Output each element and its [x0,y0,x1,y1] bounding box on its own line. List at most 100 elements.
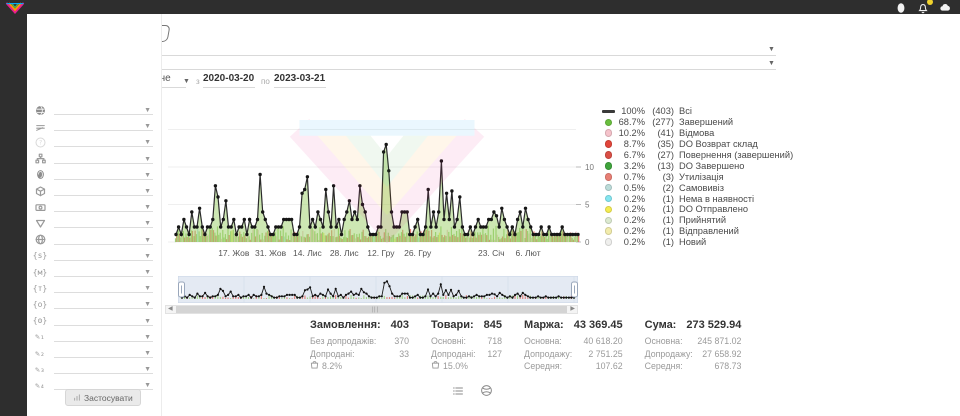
filter-row-var-o: {о} ▼ [27,296,161,311]
filter-row-sitemap: ▼ [27,151,161,166]
brush-handle[interactable] [572,282,578,297]
legend-count: (1) [645,215,674,225]
stat-sub-label: Без допродажів: [310,335,376,348]
legend-dot-marker [605,162,613,170]
legend-count: (3) [645,172,674,182]
user-icon[interactable] [895,1,908,13]
scroll-left-icon[interactable]: ◀ [168,305,173,314]
legend-line-marker [602,110,615,112]
stat-column: Товари:845Основні:718Допродані:12715.0% [431,319,502,373]
stat-title: Сума: [645,319,677,331]
chevron-down-icon: ▼ [144,253,151,260]
legend-percent: 0.2% [616,226,645,236]
legend-count: (35) [645,139,674,149]
svg-text:10: 10 [585,163,594,172]
filter-select[interactable] [54,134,153,147]
legend-label: DO Завершено [679,161,744,171]
var-oo-icon: {ʘ} [34,315,46,327]
filter-select[interactable] [54,118,153,131]
legend-item[interactable]: 0.2%(1)Відправлений [601,226,801,237]
filter-select[interactable] [54,296,153,309]
chart-scrollbar[interactable]: ◀ ||| ▶ [165,305,578,314]
legend-item[interactable]: 100%(403)Всі [601,106,801,117]
legend-item[interactable]: 0.5%(2)Самовивіз [601,182,801,193]
sphere-icon[interactable] [480,384,493,402]
legend-item[interactable]: 6.7%(27)Повернення (завершений) [601,150,801,161]
stat-sub-value: 718 [487,335,502,348]
chart-navigator[interactable] [178,276,578,303]
var-t-icon: {т} [34,282,46,294]
orders-chart[interactable]: 051017. Жов31. Жов14. Лис28. Лис12. Гру2… [162,92,598,264]
filter-select[interactable] [54,199,153,212]
filter-select[interactable] [54,151,153,164]
legend-item[interactable]: 8.7%(35)DO Возврат склад [601,139,801,150]
legend-dot-marker [605,238,613,246]
cloud-icon[interactable] [939,1,952,13]
filter-row-layers: ▼ [27,118,161,133]
chart-canvas[interactable]: 051017. Жов31. Жов14. Лис28. Лис12. Гру2… [162,92,598,264]
filter-select[interactable] [54,102,153,115]
legend-item[interactable]: 0.2%(1)DO Отправлено [601,204,801,215]
chevron-down-icon: ▼ [144,350,151,357]
stat-sub-label: Основна: [645,335,683,348]
funnel-icon [34,217,46,229]
legend-item[interactable]: 3.2%(13)DO Завершено [601,160,801,171]
stat-value: 273 529.94 [686,319,741,331]
scrollbar-thumb[interactable]: ||| [176,306,567,313]
legend-item[interactable]: 0.2%(1)Новий [601,237,801,248]
legend-item[interactable]: 0.2%(1)Прийнятий [601,215,801,226]
var-o-icon: {о} [34,298,46,310]
stat-value: 403 [391,319,409,331]
chevron-down-icon: ▼ [144,301,151,308]
filter-select[interactable] [54,264,153,277]
brush-handle[interactable] [179,282,185,297]
list-view-icon[interactable] [452,384,464,402]
date-to-input[interactable]: 2023-03-21 [274,73,326,88]
filter-select[interactable] [54,361,153,374]
chevron-down-icon: ▼ [144,269,151,276]
app-logo-icon[interactable] [5,1,25,13]
legend-percent: 0.5% [616,183,645,193]
filter-select[interactable] [54,183,153,196]
date-from-input[interactable]: 2020-03-20 [203,73,255,88]
scroll-right-icon[interactable]: ▶ [570,305,575,314]
legend-dot-marker [605,206,613,214]
chevron-down-icon: ▼ [144,204,151,211]
legend-item[interactable]: 10.2%(41)Відмова [601,128,801,139]
legend-item[interactable]: 0.2%(1)Нема в наявності [601,193,801,204]
status-filter-select[interactable]: Всі [55,41,776,56]
chevron-down-icon: ▼ [144,366,151,373]
chevron-down-icon: ▼ [768,60,775,67]
chevron-down-icon: ▼ [144,318,151,325]
filter-select[interactable] [54,232,153,245]
svg-text:26. Гру: 26. Гру [404,248,432,258]
filter-select[interactable] [54,313,153,326]
chevron-down-icon: ▼ [144,285,151,292]
banknote-icon [34,201,46,213]
apply-filters-button[interactable]: Застосувати [65,389,141,406]
pencil-2-icon: ✎₂ [34,347,46,359]
legend-count: (41) [645,128,674,138]
filter-select[interactable] [54,248,153,261]
filter-select[interactable] [54,167,153,180]
filter-select[interactable] [54,215,153,228]
legend-label: Всі [679,106,692,116]
legend-item[interactable]: 68.7%(277)Завершений [601,117,801,128]
var-s-icon: {s} [34,250,46,262]
stat-sub-value: 40 618.20 [584,335,623,348]
legend-count: (403) [645,106,674,116]
chevron-down-icon: ▼ [144,123,151,130]
product-filter-select[interactable]: Всі [55,55,776,70]
legend-item[interactable]: 0.7%(3)Утилізація [601,171,801,182]
legend-dot-marker [605,227,613,235]
chevron-down-icon: ▼ [144,107,151,114]
stat-sub-value: 2 751.25 [588,348,622,361]
filter-select[interactable] [54,329,153,342]
stat-title: Товари: [431,319,474,331]
legend-count: (27) [645,150,674,160]
filter-select[interactable] [54,345,153,358]
filter-select[interactable] [54,280,153,293]
legend-label: Новий [679,237,706,247]
legend-percent: 0.2% [616,237,645,247]
bell-icon[interactable] [917,1,930,13]
